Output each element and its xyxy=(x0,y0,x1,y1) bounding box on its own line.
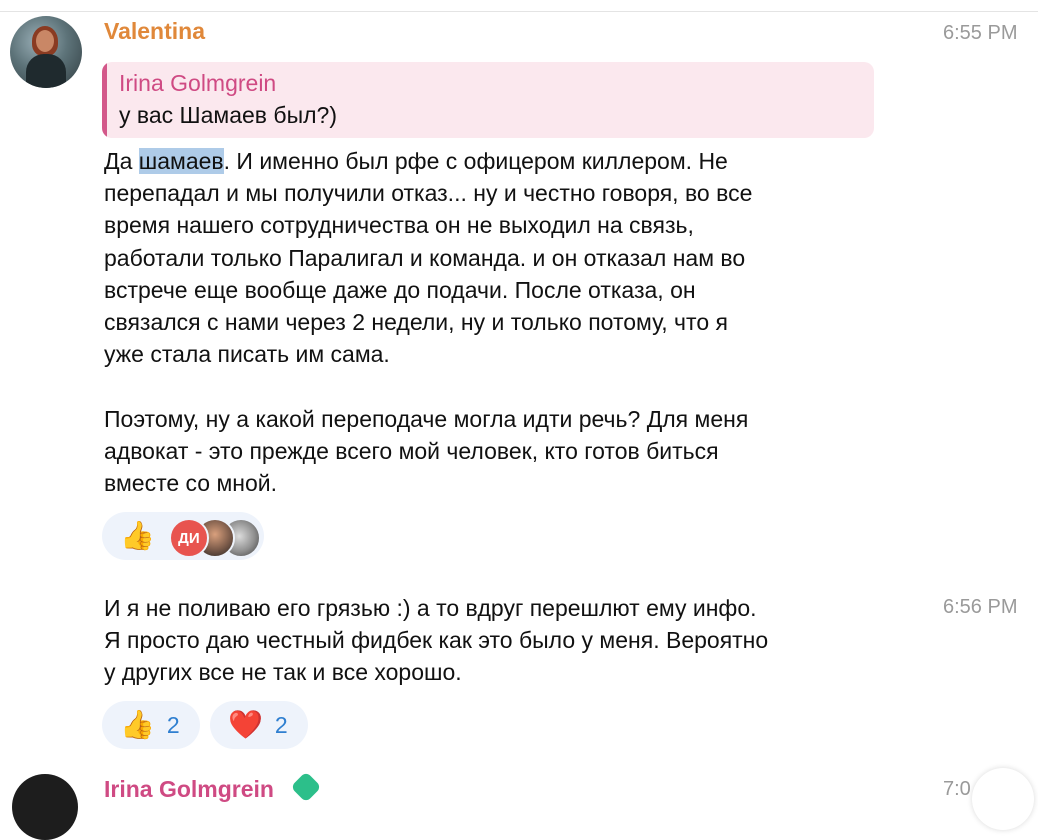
message-text-rest: . И именно был рфе с офицером киллером. … xyxy=(104,148,753,497)
message-text-start: Да xyxy=(104,148,139,174)
sender-name[interactable]: Valentina xyxy=(104,18,205,45)
message-time: 6:56 PM xyxy=(943,596,1018,618)
top-divider xyxy=(0,11,1038,12)
reaction-thumbs-up[interactable]: 👍 ДИ xyxy=(102,512,264,560)
next-sender-name[interactable]: Irina Golmgrein xyxy=(104,776,274,803)
next-sender-avatar[interactable] xyxy=(12,774,78,840)
premium-badge-icon xyxy=(290,771,322,803)
reactor-avatar: ДИ xyxy=(168,518,209,558)
reaction-count: 2 xyxy=(166,711,180,738)
message-time: 6:55 PM xyxy=(943,22,1018,44)
scroll-to-bottom-button[interactable] xyxy=(972,768,1034,830)
reply-text: у вас Шамаев был?) xyxy=(119,102,337,128)
reply-quote-bar xyxy=(102,62,107,138)
valentina-avatar[interactable] xyxy=(10,16,82,88)
highlighted-search-match: шамаев xyxy=(138,148,224,174)
message-text: И я не поливаю его грязью :) а то вдруг … xyxy=(104,595,769,686)
reply-quote[interactable]: Irina Golmgrein у вас Шамаев был?) xyxy=(102,62,874,138)
reactor-avatars: ДИ xyxy=(168,516,261,558)
reply-author: Irina Golmgrein xyxy=(119,70,277,96)
message-text: Да шамаев. И именно был рфе с офицером к… xyxy=(104,145,904,499)
thumbs-up-icon: 👍 xyxy=(120,709,155,740)
thumbs-up-icon: 👍 xyxy=(120,520,155,551)
reaction-thumbs-up[interactable]: 👍 2 xyxy=(102,701,200,749)
heart-icon: ❤️ xyxy=(228,709,263,740)
reaction-heart[interactable]: ❤️ 2 xyxy=(210,701,308,749)
message-time: 7:0 xyxy=(943,778,971,800)
reaction-count: 2 xyxy=(274,711,288,738)
